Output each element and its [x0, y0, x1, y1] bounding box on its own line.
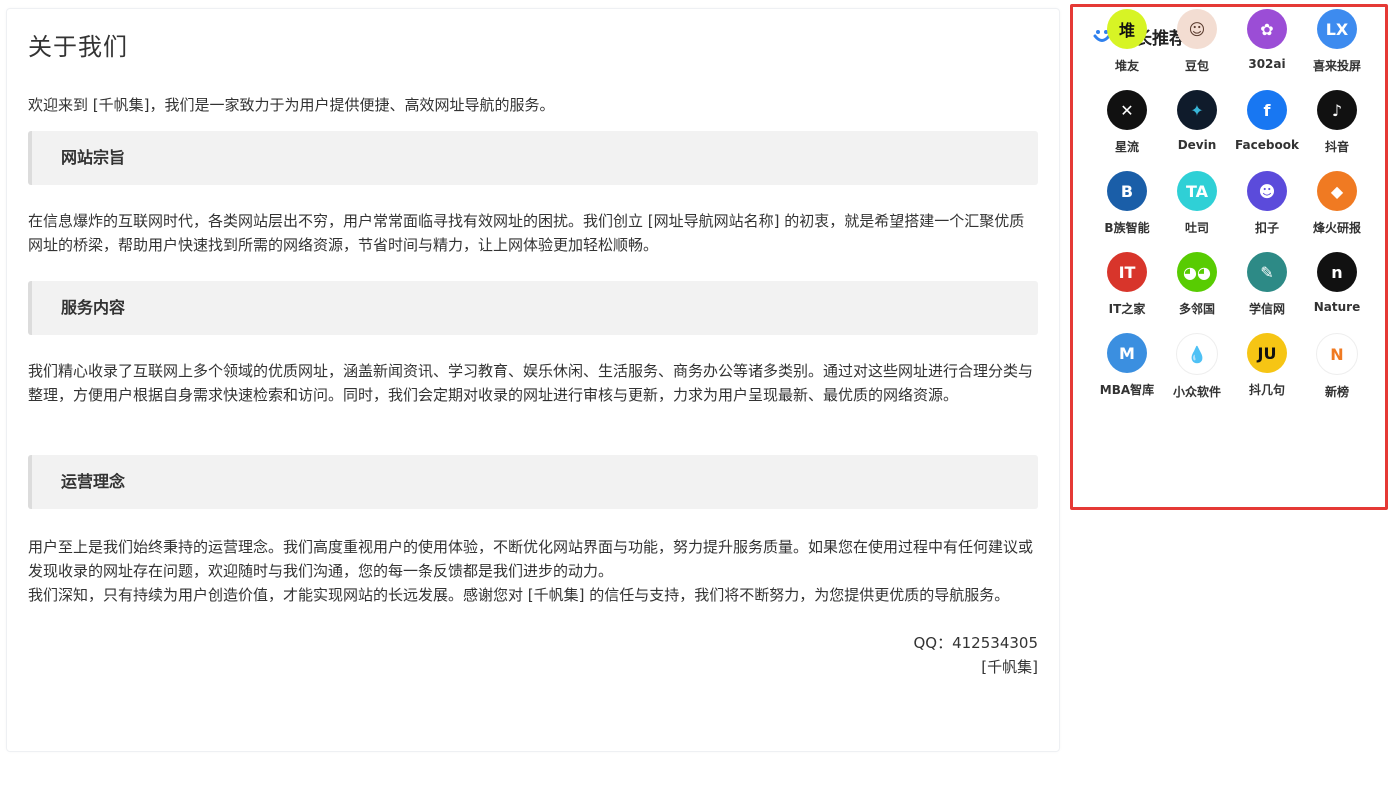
recommend-item[interactable]: ✕ 星流 — [1092, 90, 1162, 155]
recommend-item[interactable]: JU 抖几句 — [1232, 333, 1302, 398]
recommend-item[interactable]: M MBA智库 — [1092, 333, 1162, 398]
about-card: 关于我们 欢迎来到 [千帆集]，我们是一家致力于为用户提供便捷、高效网址导航的服… — [6, 8, 1060, 752]
closing-text: 我们深知，只有持续为用户创造价值，才能实现网站的长远发展。感谢您对 [千帆集] … — [28, 586, 1010, 604]
facebook-logo-icon: f — [1247, 90, 1287, 130]
section-heading-purpose: 网站宗旨 — [28, 131, 1038, 185]
recommend-item-label: 抖几句 — [1248, 383, 1285, 397]
page-title: 关于我们 — [28, 33, 128, 61]
section-heading-label: 服务内容 — [61, 298, 126, 317]
appinn-logo-icon: 💧 — [1176, 333, 1218, 375]
recommend-item[interactable]: ☻ 扣子 — [1232, 171, 1302, 236]
recommend-item[interactable]: IT IT之家 — [1092, 252, 1162, 317]
recommend-item-label: 吐司 — [1184, 221, 1209, 235]
recommend-item-label: 扣子 — [1254, 221, 1279, 235]
section-heading-philosophy: 运营理念 — [28, 455, 1038, 509]
recommend-item-label: 堆友 — [1114, 59, 1139, 73]
xinbang-logo-icon: N — [1316, 333, 1358, 375]
recommend-panel: 站长推荐 堆堆友 ☺ 豆包 ✿ 302ai LX 喜来投屏 ✕ 星流 ✦ Devin f Faceboo… — [1070, 4, 1388, 510]
fenghuo-logo-icon: ◆ — [1317, 171, 1357, 211]
recommend-item[interactable]: TA 吐司 — [1162, 171, 1232, 236]
xilai-logo-icon: LX — [1317, 9, 1357, 49]
recommend-item-label: MBA智库 — [1099, 383, 1155, 397]
nature-logo-icon: n — [1317, 252, 1357, 292]
recommend-item[interactable]: ♪ 抖音 — [1302, 90, 1372, 155]
recommend-item[interactable]: f Facebook — [1232, 90, 1302, 152]
bzu-logo-icon: B — [1107, 171, 1147, 211]
section-text-services: 我们精心收录了互联网上多个领域的优质网址，涵盖新闻资讯、学习教育、娱乐休闲、生活… — [28, 362, 1034, 404]
recommend-item-label: 喜来投屏 — [1312, 59, 1361, 73]
recommend-item[interactable]: N 新榜 — [1302, 333, 1372, 400]
recommend-item[interactable]: ✿ 302ai — [1232, 9, 1302, 71]
recommend-item[interactable]: n Nature — [1302, 252, 1372, 314]
recommend-item-label: 抖音 — [1324, 140, 1349, 154]
duiyou-logo-icon: 堆 — [1107, 9, 1147, 49]
duolingo-logo-icon: ◕◕ — [1177, 252, 1217, 292]
section-text-philosophy: 用户至上是我们始终秉持的运营理念。我们高度重视用户的使用体验，不断优化网站界面与… — [28, 538, 1034, 580]
recommend-item-label: 302ai — [1248, 57, 1286, 71]
recommend-item-label: Nature — [1313, 300, 1361, 314]
recommend-item[interactable]: ✎ 学信网 — [1232, 252, 1302, 317]
recommend-item-label: Devin — [1177, 138, 1217, 152]
recommend-item-label: 小众软件 — [1172, 385, 1221, 399]
intro-text: 欢迎来到 [千帆集]，我们是一家致力于为用户提供便捷、高效网址导航的服务。 — [28, 96, 555, 114]
recommend-item[interactable]: ✦ Devin — [1162, 90, 1232, 152]
ithome-logo-icon: IT — [1107, 252, 1147, 292]
recommend-item[interactable]: 堆堆友 — [1092, 9, 1162, 74]
recommend-item[interactable]: 💧 小众软件 — [1162, 333, 1232, 400]
section-heading-services: 服务内容 — [28, 281, 1038, 335]
recommend-item-label: 星流 — [1114, 140, 1139, 154]
devin-logo-icon: ✦ — [1177, 90, 1217, 130]
recommend-item-label: IT之家 — [1108, 302, 1146, 316]
mba-logo-icon: M — [1107, 333, 1147, 373]
signature: [千帆集] — [981, 658, 1038, 676]
doujiju-logo-icon: JU — [1247, 333, 1287, 373]
recommend-item[interactable]: ◕◕ 多邻国 — [1162, 252, 1232, 317]
recommend-item-label: 豆包 — [1184, 59, 1209, 73]
douyin-logo-icon: ♪ — [1317, 90, 1357, 130]
recommend-item[interactable]: B B族智能 — [1092, 171, 1162, 236]
recommend-item-label: 新榜 — [1324, 385, 1349, 399]
section-heading-label: 网站宗旨 — [61, 148, 126, 167]
recommend-item-label: 学信网 — [1248, 302, 1285, 316]
recommend-item-label: Facebook — [1235, 138, 1299, 152]
section-text-purpose: 在信息爆炸的互联网时代，各类网站层出不穷，用户常常面临寻找有效网址的困扰。我们创… — [28, 212, 1025, 254]
xingliu-logo-icon: ✕ — [1107, 90, 1147, 130]
doubao-avatar-icon: ☺ — [1177, 9, 1217, 49]
recommend-item-label: 多邻国 — [1178, 302, 1215, 316]
recommend-item-label: 烽火研报 — [1312, 221, 1361, 235]
recommend-item[interactable]: LX 喜来投屏 — [1302, 9, 1372, 74]
recommend-item-label: B族智能 — [1104, 221, 1150, 235]
xuexin-logo-icon: ✎ — [1247, 252, 1287, 292]
section-heading-label: 运营理念 — [61, 472, 126, 491]
recommend-item[interactable]: ◆ 烽火研报 — [1302, 171, 1372, 236]
contact-qq: QQ：412534305 — [913, 634, 1038, 652]
recommend-item[interactable]: ☺ 豆包 — [1162, 9, 1232, 74]
tusi-logo-icon: TA — [1177, 171, 1217, 211]
302ai-logo-icon: ✿ — [1247, 9, 1287, 49]
kouzi-logo-icon: ☻ — [1247, 171, 1287, 211]
